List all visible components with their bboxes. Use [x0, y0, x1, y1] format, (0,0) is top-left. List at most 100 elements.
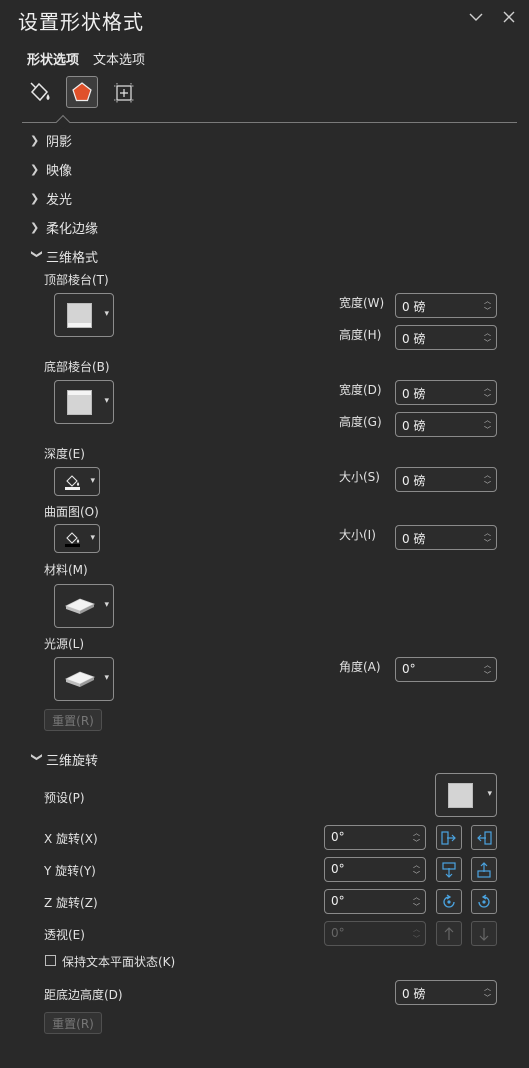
rotation-preset-dropdown[interactable]: ▾ [435, 773, 497, 817]
perspective-label: 透视(E) [44, 928, 85, 942]
spin-down-icon[interactable]: ﹀ [484, 306, 491, 316]
section-3d-rotation[interactable]: ❯ 三维旋转 [30, 750, 99, 770]
reset-3d-format-button[interactable]: 重置(R) [44, 709, 102, 731]
keep-text-flat-label[interactable]: 保持文本平面状态(K) [62, 953, 175, 970]
keep-text-flat-checkbox[interactable] [45, 955, 56, 966]
section-glow[interactable]: ❯ 发光 [30, 189, 72, 208]
y-rotation-label: Y 旋转(Y) [44, 864, 96, 878]
depth-size-label: 大小(S) [339, 470, 380, 484]
lighting-dropdown[interactable]: ▾ [54, 657, 114, 701]
spin-up-icon[interactable]: ︿ [484, 660, 491, 670]
spin-down-icon[interactable]: ﹀ [484, 670, 491, 680]
rotate-right-icon [477, 830, 492, 845]
contour-color-dropdown[interactable]: ▾ [54, 524, 100, 553]
bottom-height-label: 高度(G) [339, 415, 382, 429]
section-reflection-label: 映像 [46, 164, 73, 179]
top-height-spinner[interactable]: 0 磅 ︿ ﹀ [395, 325, 497, 350]
angle-value: 0° [402, 662, 416, 676]
depth-size-value: 0 磅 [402, 474, 426, 488]
rotate-clockwise-button[interactable] [471, 889, 497, 914]
dropdown-arrow-icon: ▾ [104, 309, 109, 319]
chevron-right-icon: ❯ [30, 192, 40, 205]
rotate-down-button[interactable] [471, 857, 497, 882]
chevron-down-icon: ❯ [30, 752, 44, 762]
contour-size-value: 0 磅 [402, 532, 426, 546]
rotate-counterclockwise-icon [443, 893, 455, 908]
collapse-chevron-icon[interactable] [468, 9, 484, 29]
rotate-left-button[interactable] [436, 825, 462, 850]
spin-up-icon[interactable]: ︿ [413, 892, 420, 902]
spin-up-icon[interactable]: ︿ [484, 383, 491, 393]
chevron-down-icon: ❯ [30, 249, 44, 259]
section-shadow[interactable]: ❯ 阴影 [30, 131, 72, 150]
section-soft-edges[interactable]: ❯ 柔化边缘 [30, 218, 98, 237]
dropdown-arrow-icon: ▾ [90, 476, 95, 486]
reset-3d-rotation-button[interactable]: 重置(R) [44, 1012, 102, 1034]
x-rotation-spinner[interactable]: 0° ︿ ﹀ [324, 825, 426, 850]
perspective-value: 0° [331, 926, 345, 940]
dropdown-arrow-icon: ▾ [487, 789, 492, 799]
bottom-height-spinner[interactable]: 0 磅 ︿ ﹀ [395, 412, 497, 437]
rotate-right-button[interactable] [471, 825, 497, 850]
x-rotation-label: X 旋转(X) [44, 832, 98, 846]
pentagon-effects-icon[interactable] [66, 76, 98, 108]
section-3d-format[interactable]: ❯ 三维格式 [30, 247, 99, 267]
top-bevel-icon [67, 303, 92, 328]
material-icon [64, 598, 96, 614]
spin-down-icon[interactable]: ﹀ [484, 393, 491, 403]
perspective-increase-button [436, 921, 462, 946]
spin-up-icon[interactable]: ︿ [484, 528, 491, 538]
z-rotation-value: 0° [331, 894, 345, 908]
y-rotation-spinner[interactable]: 0° ︿ ﹀ [324, 857, 426, 882]
spin-up-icon[interactable]: ︿ [413, 828, 420, 838]
spin-down-icon[interactable]: ﹀ [413, 870, 420, 880]
spin-up-icon[interactable]: ︿ [484, 328, 491, 338]
close-icon[interactable] [502, 10, 516, 28]
material-dropdown[interactable]: ▾ [54, 584, 114, 628]
top-width-spinner[interactable]: 0 磅 ︿ ﹀ [395, 293, 497, 318]
top-bevel-dropdown[interactable]: ▾ [54, 293, 114, 337]
tab-divider [22, 122, 517, 123]
bottom-width-spinner[interactable]: 0 磅 ︿ ﹀ [395, 380, 497, 405]
size-properties-icon[interactable] [108, 76, 140, 108]
bottom-bevel-dropdown[interactable]: ▾ [54, 380, 114, 424]
rotate-clockwise-icon [478, 893, 490, 908]
preset-square-icon [448, 783, 473, 808]
section-reflection[interactable]: ❯ 映像 [30, 160, 72, 179]
spin-down-icon[interactable]: ﹀ [413, 902, 420, 912]
tab-shape-options[interactable]: 形状选项 [27, 49, 79, 68]
chevron-right-icon: ❯ [30, 163, 40, 176]
distance-spinner[interactable]: 0 磅 ︿ ﹀ [395, 980, 497, 1005]
spin-down-icon[interactable]: ﹀ [484, 993, 491, 1003]
arrow-up-icon [444, 926, 454, 940]
rotate-counterclockwise-button[interactable] [436, 889, 462, 914]
depth-size-spinner[interactable]: 0 磅 ︿ ﹀ [395, 467, 497, 492]
rotate-down-icon [477, 861, 491, 878]
spin-up-icon[interactable]: ︿ [484, 470, 491, 480]
dropdown-arrow-icon: ▾ [104, 600, 109, 610]
top-height-label: 高度(H) [339, 328, 382, 342]
spin-up-icon[interactable]: ︿ [484, 296, 491, 306]
spin-up-icon[interactable]: ︿ [413, 860, 420, 870]
rotate-up-button[interactable] [436, 857, 462, 882]
spin-up-icon[interactable]: ︿ [484, 983, 491, 993]
top-width-label: 宽度(W) [339, 296, 385, 310]
tab-text-options[interactable]: 文本选项 [93, 49, 145, 68]
spin-up-icon[interactable]: ︿ [484, 415, 491, 425]
y-rotation-value: 0° [331, 862, 345, 876]
angle-spinner[interactable]: 0° ︿ ﹀ [395, 657, 497, 682]
z-rotation-spinner[interactable]: 0° ︿ ﹀ [324, 889, 426, 914]
spin-down-icon[interactable]: ﹀ [484, 425, 491, 435]
spin-down-icon[interactable]: ﹀ [484, 480, 491, 490]
depth-color-dropdown[interactable]: ▾ [54, 467, 100, 496]
z-rotation-label: Z 旋转(Z) [44, 896, 98, 910]
section-3d-format-label: 三维格式 [46, 251, 99, 266]
spin-down-icon[interactable]: ﹀ [413, 838, 420, 848]
distance-label: 距底边高度(D) [44, 988, 123, 1002]
paint-bucket-icon[interactable] [24, 76, 56, 108]
spin-down-icon[interactable]: ﹀ [484, 538, 491, 548]
spin-down-icon[interactable]: ﹀ [484, 338, 491, 348]
contour-size-spinner[interactable]: 0 磅 ︿ ﹀ [395, 525, 497, 550]
preset-label: 预设(P) [44, 791, 85, 805]
paint-bucket-icon [65, 532, 80, 547]
